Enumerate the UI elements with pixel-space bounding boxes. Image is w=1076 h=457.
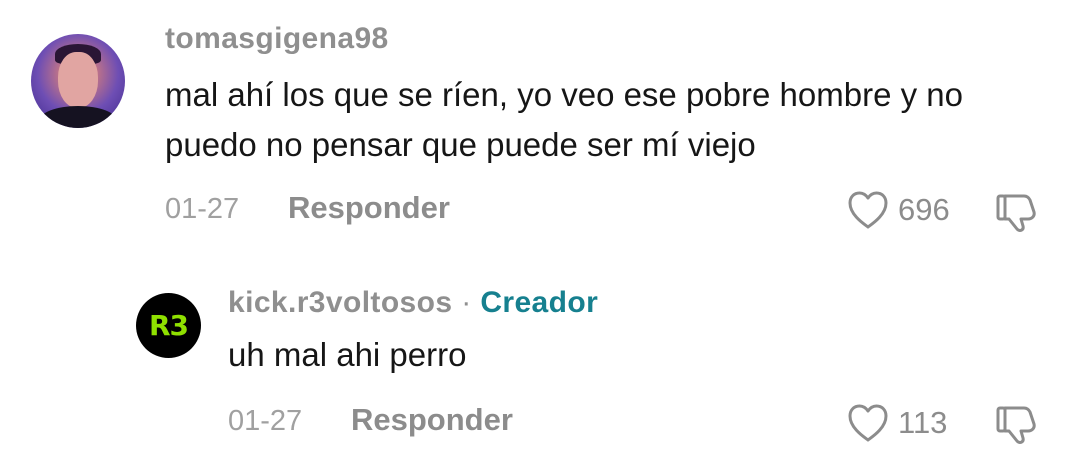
heart-outline-icon[interactable] <box>846 403 890 443</box>
avatar[interactable]: R3 <box>136 293 201 358</box>
reply-username-line: kick.r3voltosos · Creador <box>228 286 598 320</box>
like-control[interactable]: 696 <box>846 190 950 230</box>
comment-text: uh mal ahi perro <box>228 336 467 373</box>
creator-badge: Creador <box>480 286 599 319</box>
comment-username[interactable]: kick.r3voltosos <box>228 286 452 319</box>
avatar[interactable] <box>31 34 125 128</box>
comment-date: 01-27 <box>228 405 303 437</box>
thumbs-down-icon[interactable] <box>994 402 1040 446</box>
comment-username[interactable]: tomasgigena98 <box>165 22 389 56</box>
like-count: 113 <box>898 405 948 440</box>
like-count: 696 <box>898 192 950 227</box>
reply-button[interactable]: Responder <box>288 190 450 226</box>
heart-outline-icon[interactable] <box>846 190 890 230</box>
comment-date: 01-27 <box>165 193 240 225</box>
creator-separator: · <box>461 286 472 319</box>
r3-logo: R3 <box>148 309 189 342</box>
avatar-shirt-shape <box>39 106 117 128</box>
reply-button[interactable]: Responder <box>351 402 513 438</box>
thumbs-down-icon[interactable] <box>994 190 1040 234</box>
like-control[interactable]: 113 <box>846 403 947 443</box>
avatar-face-shape <box>58 52 98 108</box>
comment-text: mal ahí los que se ríen, yo veo ese pobr… <box>165 76 963 163</box>
